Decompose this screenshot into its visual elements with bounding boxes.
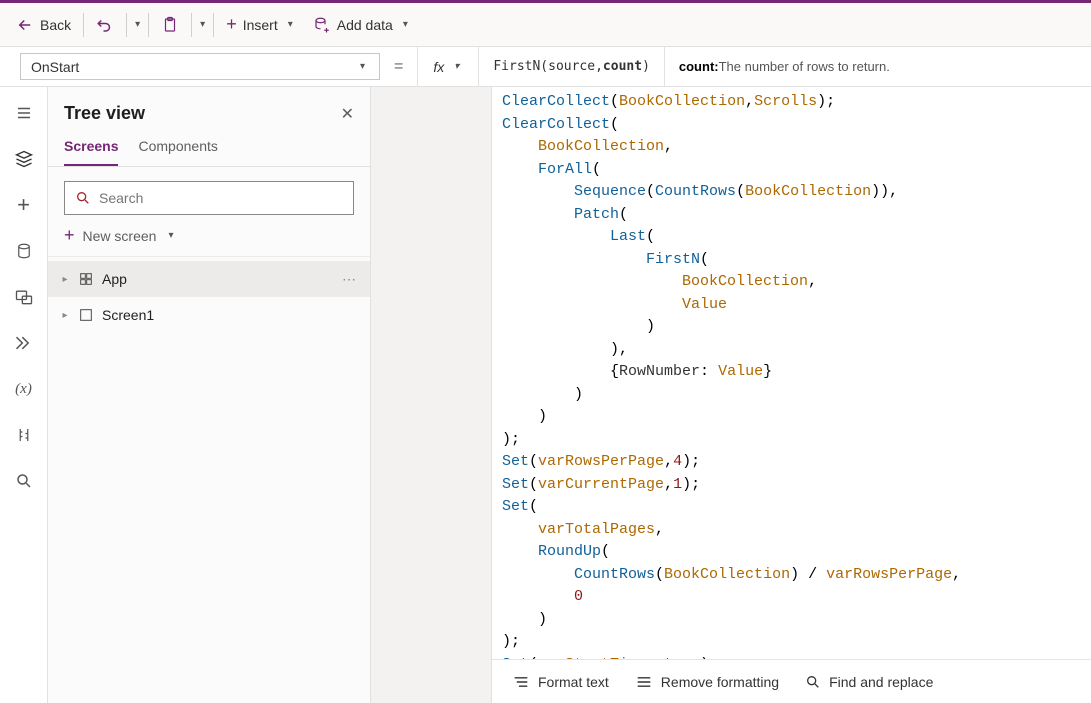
expand-icon[interactable]: ▸ [60,274,70,285]
more-icon[interactable]: ⋯ [342,271,358,288]
remove-format-icon [635,675,653,689]
remove-formatting-button[interactable]: Remove formatting [635,674,779,690]
separator [126,13,127,37]
editor-footer: Format text Remove formatting Find and r… [492,659,1091,703]
chevron-down-icon[interactable]: ▾ [131,19,144,30]
format-text-button[interactable]: Format text [512,674,609,690]
plus-icon: + [226,14,237,35]
rail-power-automate[interactable] [4,323,44,363]
clipboard-icon [161,16,179,34]
param-description: count: The number of rows to return. [665,47,904,86]
property-value: OnStart [31,59,79,75]
tree-label: App [102,271,127,287]
database-plus-icon [313,16,331,34]
tree-item-app[interactable]: ▸ App ⋯ [48,261,370,297]
tab-components[interactable]: Components [138,132,217,166]
chevron-down-icon: ▾ [450,61,463,72]
fx-button[interactable]: fx ▾ [417,47,479,86]
search-box[interactable] [64,181,354,215]
fx-label: fx [433,59,444,75]
tree-item-screen1[interactable]: ▸ Screen1 [48,297,370,333]
new-screen-label: New screen [83,228,157,244]
panel-title: Tree view [64,103,145,124]
rail-variables[interactable]: (x) [4,369,44,409]
separator [83,13,84,37]
undo-icon [96,16,114,34]
chevron-down-icon: ▾ [356,61,369,72]
expand-icon[interactable]: ▸ [60,310,70,321]
formula-editor[interactable]: ClearCollect(BookCollection,Scrolls); Cl… [492,87,1091,659]
formula-editor-wrap: ClearCollect(BookCollection,Scrolls); Cl… [491,87,1091,703]
chevron-down-icon: ▾ [284,19,297,30]
close-icon[interactable]: ✕ [341,104,354,124]
new-screen-button[interactable]: + New screen ▾ [48,215,370,257]
search-icon [75,190,91,206]
intellisense-bar: FirstN(source, count) count: The number … [479,47,1091,86]
rail-data[interactable] [4,231,44,271]
rail-hamburger[interactable] [4,93,44,133]
chevron-down-icon: ▾ [399,19,412,30]
insert-label: Insert [243,17,278,33]
rail-tools[interactable] [4,415,44,455]
plus-icon: + [64,225,75,246]
rail-tree-view[interactable] [4,139,44,179]
separator [148,13,149,37]
tab-screens[interactable]: Screens [64,132,118,166]
screen-icon [78,307,94,323]
chevron-down-icon: ▾ [164,230,177,241]
tree-label: Screen1 [102,307,154,323]
rail-media[interactable] [4,277,44,317]
separator [213,13,214,37]
property-dropdown[interactable]: OnStart ▾ [20,53,380,80]
signature-hint: FirstN(source, count) [479,47,665,86]
insert-button[interactable]: + Insert ▾ [218,10,305,39]
undo-button[interactable] [88,12,122,38]
equals-sign: = [380,47,417,86]
format-icon [512,675,530,689]
rail-insert[interactable]: + [4,185,44,225]
arrow-left-icon [16,16,34,34]
add-data-button[interactable]: Add data ▾ [305,12,420,38]
back-button[interactable]: Back [8,12,79,38]
formula-bar: OnStart ▾ = fx ▾ FirstN(source, count) c… [0,47,1091,87]
app-icon [78,271,94,287]
left-rail: + (x) [0,87,48,703]
search-input[interactable] [99,190,343,206]
canvas-area[interactable] [371,87,491,703]
back-label: Back [40,17,71,33]
add-data-label: Add data [337,17,393,33]
find-replace-button[interactable]: Find and replace [805,674,933,690]
search-icon [805,674,821,690]
tree-view-panel: Tree view ✕ Screens Components + New scr… [48,87,371,703]
separator [191,13,192,37]
chevron-down-icon[interactable]: ▾ [196,19,209,30]
paste-button[interactable] [153,12,187,38]
rail-search[interactable] [4,461,44,501]
